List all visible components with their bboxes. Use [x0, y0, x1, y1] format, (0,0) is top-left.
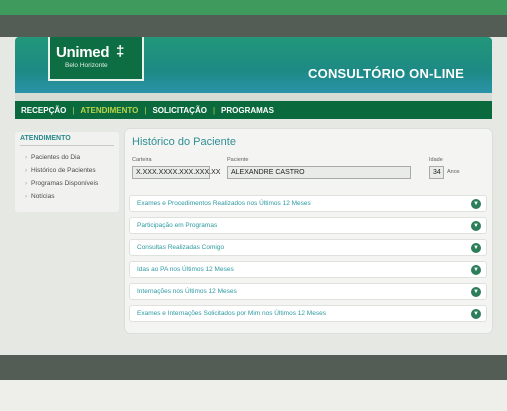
logo-subtitle: Belo Horizonte: [65, 62, 108, 69]
sidebar-item-historico[interactable]: › Histórico de Pacientes: [25, 167, 96, 174]
sidebar-item-label: Pacientes do Dia: [31, 154, 81, 161]
expand-icon[interactable]: ▼: [471, 199, 481, 209]
idade-unit: Anos: [447, 169, 460, 175]
section-label: Participação em Programas: [137, 222, 218, 229]
nav-programas[interactable]: PROGRAMAS: [221, 106, 274, 115]
expand-icon[interactable]: ▼: [471, 221, 481, 231]
bottom-border-dark: [0, 355, 507, 380]
bullet-icon: ›: [25, 154, 27, 161]
patient-history-panel: Histórico do Paciente Carteira X.XXX.XXX…: [124, 128, 493, 334]
top-border: [0, 0, 507, 15]
bullet-icon: ›: [25, 193, 27, 200]
expand-icon[interactable]: ▼: [471, 265, 481, 275]
carteira-field[interactable]: X.XXX.XXXX.XXX.XXX.XX: [132, 166, 220, 179]
sidebar-title: ATENDIMENTO: [20, 135, 71, 142]
idade-label: Idade: [429, 157, 443, 163]
sidebar-item-pacientes-do-dia[interactable]: › Pacientes do Dia: [25, 154, 80, 161]
nav-solicitacao[interactable]: SOLICITAÇÃO: [152, 106, 207, 115]
sidebar-divider: [20, 145, 114, 146]
section-internacoes[interactable]: Internações nos Últimos 12 Meses ▼: [129, 283, 487, 300]
logo-symbol-icon: ‡: [116, 43, 125, 60]
main-nav: RECEPÇÃO | ATENDIMENTO | SOLICITAÇÃO | P…: [15, 101, 492, 119]
bottom-border: [0, 380, 507, 411]
nav-separator: |: [144, 105, 147, 115]
section-exames-procedimentos[interactable]: Exames e Procedimentos Realizados nos Úl…: [129, 195, 487, 212]
section-label: Exames e Internações Solicitados por Mim…: [137, 310, 326, 317]
app-title: CONSULTÓRIO ON-LINE: [308, 66, 464, 81]
top-border-dark: [0, 15, 507, 37]
section-consultas[interactable]: Consultas Realizadas Comigo ▼: [129, 239, 487, 256]
nav-atendimento[interactable]: ATENDIMENTO: [80, 106, 138, 115]
sidebar-item-label: Programas Disponíveis: [31, 180, 99, 187]
section-idas-pa[interactable]: Idas ao PA nos Últimos 12 Meses ▼: [129, 261, 487, 278]
bullet-icon: ›: [25, 167, 27, 174]
header-divider: [15, 93, 492, 101]
sidebar-item-label: Histórico de Pacientes: [31, 167, 96, 174]
section-label: Internações nos Últimos 12 Meses: [137, 288, 237, 295]
section-label: Idas ao PA nos Últimos 12 Meses: [137, 266, 234, 273]
sidebar-item-programas[interactable]: › Programas Disponíveis: [25, 180, 98, 187]
nav-recepcao[interactable]: RECEPÇÃO: [21, 106, 66, 115]
sidebar-item-label: Notícias: [31, 193, 55, 200]
nav-separator: |: [212, 105, 216, 115]
section-label: Exames e Procedimentos Realizados nos Úl…: [137, 200, 311, 207]
page-title: Histórico do Paciente: [132, 136, 236, 148]
paciente-label: Paciente: [227, 157, 249, 163]
header-banner: Unimed ‡ Belo Horizonte CONSULTÓRIO ON-L…: [15, 37, 492, 93]
bullet-icon: ›: [25, 180, 27, 187]
idade-field[interactable]: 34: [429, 166, 444, 179]
nav-separator: |: [72, 105, 75, 115]
section-participacao-programas[interactable]: Participação em Programas ▼: [129, 217, 487, 234]
sidebar: ATENDIMENTO › Pacientes do Dia › Históri…: [15, 132, 119, 212]
expand-icon[interactable]: ▼: [471, 243, 481, 253]
sidebar-item-noticias[interactable]: › Notícias: [25, 193, 54, 200]
logo-wordmark: Unimed: [56, 44, 110, 61]
expand-icon[interactable]: ▼: [471, 309, 481, 319]
app-frame: Unimed ‡ Belo Horizonte CONSULTÓRIO ON-L…: [0, 37, 507, 355]
section-exames-internacoes-solicitados[interactable]: Exames e Internações Solicitados por Mim…: [129, 305, 487, 322]
expand-icon[interactable]: ▼: [471, 287, 481, 297]
carteira-label: Carteira: [132, 157, 152, 163]
unimed-logo[interactable]: Unimed ‡ Belo Horizonte: [48, 37, 144, 81]
section-label: Consultas Realizadas Comigo: [137, 244, 225, 251]
paciente-field[interactable]: ALEXANDRE CASTRO: [227, 166, 411, 179]
